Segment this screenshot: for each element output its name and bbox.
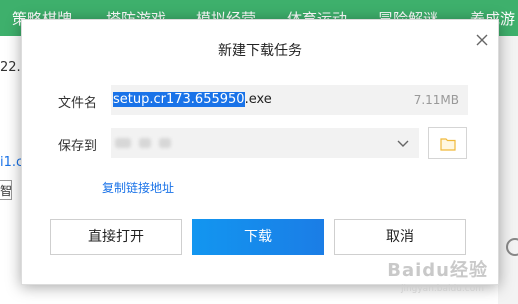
save-location-label: 保存到 — [58, 139, 98, 154]
close-icon[interactable] — [473, 31, 491, 49]
bg-input-box: 智 — [0, 180, 12, 200]
file-name-value[interactable]: setup.cr173.655950.exe — [113, 92, 272, 107]
file-name-field[interactable]: setup.cr173.655950.exe 7.11MB — [111, 85, 468, 115]
bg-right-panel — [498, 36, 518, 304]
watermark-url: jingyan.baidu.com — [400, 284, 484, 294]
bg-text-fragment: 智 — [0, 184, 13, 198]
cancel-button[interactable]: 取消 — [334, 219, 466, 255]
open-directly-button[interactable]: 直接打开 — [50, 219, 182, 255]
folder-icon — [440, 138, 456, 151]
file-name-ext: .exe — [244, 92, 272, 107]
chevron-down-icon[interactable] — [395, 135, 411, 151]
bg-link-fragment[interactable]: i1.c — [0, 155, 23, 170]
bg-circle-icon — [506, 238, 518, 256]
browse-folder-button[interactable] — [428, 127, 467, 159]
save-path-blurred — [115, 138, 171, 148]
new-download-dialog: 新建下载任务 文件名 setup.cr173.655950.exe 7.11MB… — [21, 19, 499, 285]
file-name-selected: setup.cr173.655950 — [113, 92, 245, 107]
bg-text-fragment: 22. — [0, 60, 21, 75]
dialog-title: 新建下载任务 — [218, 43, 302, 59]
copy-link-address[interactable]: 复制链接地址 — [102, 179, 174, 196]
file-size: 7.11MB — [413, 93, 459, 107]
save-location-select[interactable] — [111, 128, 419, 158]
download-button[interactable]: 下载 — [192, 219, 324, 255]
watermark-logo: Baidu经验 — [387, 260, 488, 281]
file-name-label: 文件名 — [58, 96, 98, 111]
